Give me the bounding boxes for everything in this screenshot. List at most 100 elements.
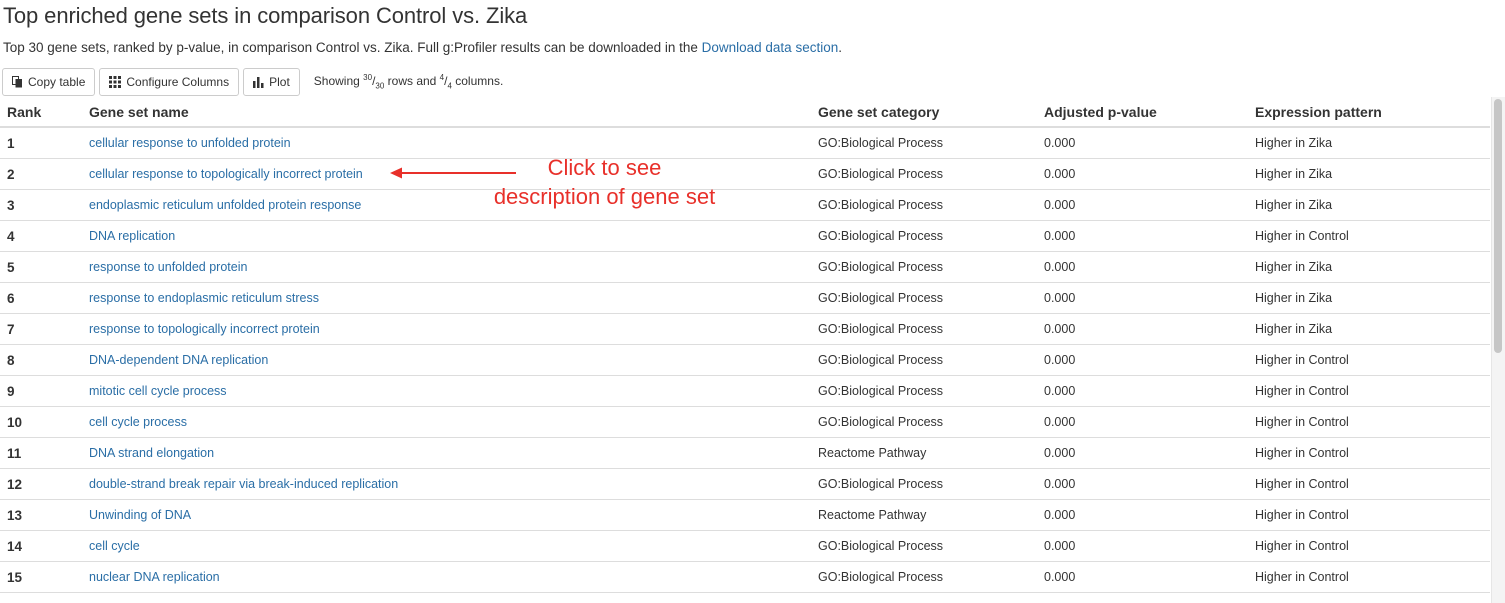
table-row: 8 DNA-dependent DNA replication GO:Biologi… bbox=[0, 344, 1490, 376]
copy-table-button[interactable]: Copy table bbox=[2, 68, 96, 96]
p-value-cell: 0.000 bbox=[1037, 468, 1248, 500]
p-value-cell: 0.000 bbox=[1037, 282, 1248, 314]
category-cell: GO:Biological Process bbox=[811, 468, 1037, 500]
gene-set-link[interactable]: nuclear DNA replication bbox=[89, 570, 220, 584]
gene-set-name-cell: DNA replication bbox=[82, 220, 811, 252]
header-rank[interactable]: Rank bbox=[0, 97, 82, 128]
gene-set-link[interactable]: response to unfolded protein bbox=[89, 260, 247, 274]
gene-set-link[interactable]: cellular response to unfolded protein bbox=[89, 136, 291, 150]
rank-cell: 14 bbox=[0, 530, 82, 562]
subtitle-end: . bbox=[838, 40, 842, 55]
page-title: Top enriched gene sets in comparison Con… bbox=[3, 3, 528, 28]
callout-annotation: Click to see description of gene set bbox=[482, 153, 727, 211]
showing-prefix: Showing bbox=[313, 74, 364, 89]
gene-set-name-cell: DNA strand elongation bbox=[82, 437, 811, 469]
gene-set-name-cell: cell cycle bbox=[82, 530, 811, 562]
gene-set-link[interactable]: endoplasmic reticulum unfolded protein r… bbox=[89, 198, 361, 212]
header-expression-pattern[interactable]: Expression pattern bbox=[1248, 97, 1490, 128]
gene-set-link[interactable]: cellular response to topologically incor… bbox=[89, 167, 363, 181]
expression-pattern-cell: Higher in Control bbox=[1248, 530, 1490, 562]
category-cell: GO:Biological Process bbox=[811, 561, 1037, 593]
download-data-link[interactable]: Download data section bbox=[702, 40, 839, 55]
header-gene-set-category[interactable]: Gene set category bbox=[811, 97, 1037, 128]
rank-cell: 9 bbox=[0, 375, 82, 407]
category-cell: GO:Biological Process bbox=[811, 530, 1037, 562]
gene-set-name-cell: double-strand break repair via break-ind… bbox=[82, 468, 811, 500]
p-value-cell: 0.000 bbox=[1037, 251, 1248, 283]
grid-icon bbox=[109, 76, 122, 88]
expression-pattern-cell: Higher in Zika bbox=[1248, 251, 1490, 283]
category-cell: GO:Biological Process bbox=[811, 127, 1037, 159]
category-cell: GO:Biological Process bbox=[811, 406, 1037, 438]
category-cell: Reactome Pathway bbox=[811, 499, 1037, 531]
table-row: 15 nuclear DNA replication GO:Biological P… bbox=[0, 561, 1490, 593]
gene-set-link[interactable]: Unwinding of DNA bbox=[89, 508, 191, 522]
p-value-cell: 0.000 bbox=[1037, 313, 1248, 345]
gene-set-link[interactable]: cell cycle bbox=[89, 539, 140, 553]
rank-cell: 6 bbox=[0, 282, 82, 314]
configure-columns-button[interactable]: Configure Columns bbox=[99, 68, 240, 96]
gene-set-name-cell: cell cycle process bbox=[82, 406, 811, 438]
scrollbar-thumb[interactable] bbox=[1494, 99, 1502, 353]
gene-set-name-cell: response to topologically incorrect prot… bbox=[82, 313, 811, 345]
expression-pattern-cell: Higher in Control bbox=[1248, 561, 1490, 593]
category-cell: GO:Biological Process bbox=[811, 313, 1037, 345]
rank-cell: 3 bbox=[0, 189, 82, 221]
p-value-cell: 0.000 bbox=[1037, 158, 1248, 190]
p-value-cell: 0.000 bbox=[1037, 437, 1248, 469]
rank-cell: 7 bbox=[0, 313, 82, 345]
expression-pattern-cell: Higher in Control bbox=[1248, 375, 1490, 407]
table-toolbar: Copy table Configure Columns Plot Showin… bbox=[2, 68, 503, 96]
expression-pattern-cell: Higher in Zika bbox=[1248, 313, 1490, 345]
expression-pattern-cell: Higher in Zika bbox=[1248, 189, 1490, 221]
rank-cell: 4 bbox=[0, 220, 82, 252]
table-row: 10 cell cycle process GO:Biological Proces… bbox=[0, 406, 1490, 438]
table-scrollbar[interactable] bbox=[1491, 97, 1505, 603]
expression-pattern-cell: Higher in Control bbox=[1248, 220, 1490, 252]
configure-columns-label: Configure Columns bbox=[126, 75, 230, 89]
gene-set-link[interactable]: cell cycle process bbox=[89, 415, 187, 429]
table-header-row: Rank Gene set name Gene set category Adj… bbox=[0, 97, 1490, 128]
cols-label: columns. bbox=[451, 74, 504, 89]
rank-cell: 11 bbox=[0, 437, 82, 469]
callout-line-1: Click to see bbox=[547, 155, 662, 180]
table-row: 13 Unwinding of DNA Reactome Pathway 0.000 H… bbox=[0, 499, 1490, 531]
category-cell: GO:Biological Process bbox=[811, 220, 1037, 252]
rows-total: 30 bbox=[375, 81, 385, 91]
gene-set-table: Rank Gene set name Gene set category Adj… bbox=[0, 97, 1490, 593]
rank-cell: 2 bbox=[0, 158, 82, 190]
gene-set-link[interactable]: DNA-dependent DNA replication bbox=[89, 353, 268, 367]
gene-set-link[interactable]: double-strand break repair via break-ind… bbox=[89, 477, 398, 491]
table-row: 4 DNA replication GO:Biological Process 0.0… bbox=[0, 220, 1490, 252]
p-value-cell: 0.000 bbox=[1037, 127, 1248, 159]
table-row: 2 cellular response to topologically inco… bbox=[0, 158, 1490, 190]
table-row: 12 double-strand break repair via break-i… bbox=[0, 468, 1490, 500]
rank-cell: 12 bbox=[0, 468, 82, 500]
gene-set-link[interactable]: DNA replication bbox=[89, 229, 175, 243]
p-value-cell: 0.000 bbox=[1037, 530, 1248, 562]
gene-set-name-cell: response to unfolded protein bbox=[82, 251, 811, 283]
table-row: 9 mitotic cell cycle process GO:Biological… bbox=[0, 375, 1490, 407]
callout-line-2: description of gene set bbox=[493, 184, 716, 209]
rank-cell: 13 bbox=[0, 499, 82, 531]
expression-pattern-cell: Higher in Zika bbox=[1248, 158, 1490, 190]
rank-cell: 5 bbox=[0, 251, 82, 283]
gene-set-link[interactable]: response to topologically incorrect prot… bbox=[89, 322, 320, 336]
header-adjusted-p-value[interactable]: Adjusted p-value bbox=[1037, 97, 1248, 128]
expression-pattern-cell: Higher in Control bbox=[1248, 499, 1490, 531]
table-row: 6 response to endoplasmic reticulum stres… bbox=[0, 282, 1490, 314]
rank-cell: 15 bbox=[0, 561, 82, 593]
header-gene-set-name[interactable]: Gene set name bbox=[82, 97, 811, 128]
gene-set-link[interactable]: DNA strand elongation bbox=[89, 446, 214, 460]
expression-pattern-cell: Higher in Control bbox=[1248, 344, 1490, 376]
gene-set-link[interactable]: response to endoplasmic reticulum stress bbox=[89, 291, 319, 305]
plot-label: Plot bbox=[269, 75, 290, 89]
table-row: 14 cell cycle GO:Biological Process 0.000 Hi… bbox=[0, 530, 1490, 562]
category-cell: GO:Biological Process bbox=[811, 158, 1037, 190]
gene-set-name-cell: mitotic cell cycle process bbox=[82, 375, 811, 407]
expression-pattern-cell: Higher in Control bbox=[1248, 468, 1490, 500]
plot-button[interactable]: Plot bbox=[243, 68, 300, 96]
expression-pattern-cell: Higher in Control bbox=[1248, 406, 1490, 438]
gene-set-link[interactable]: mitotic cell cycle process bbox=[89, 384, 227, 398]
p-value-cell: 0.000 bbox=[1037, 499, 1248, 531]
